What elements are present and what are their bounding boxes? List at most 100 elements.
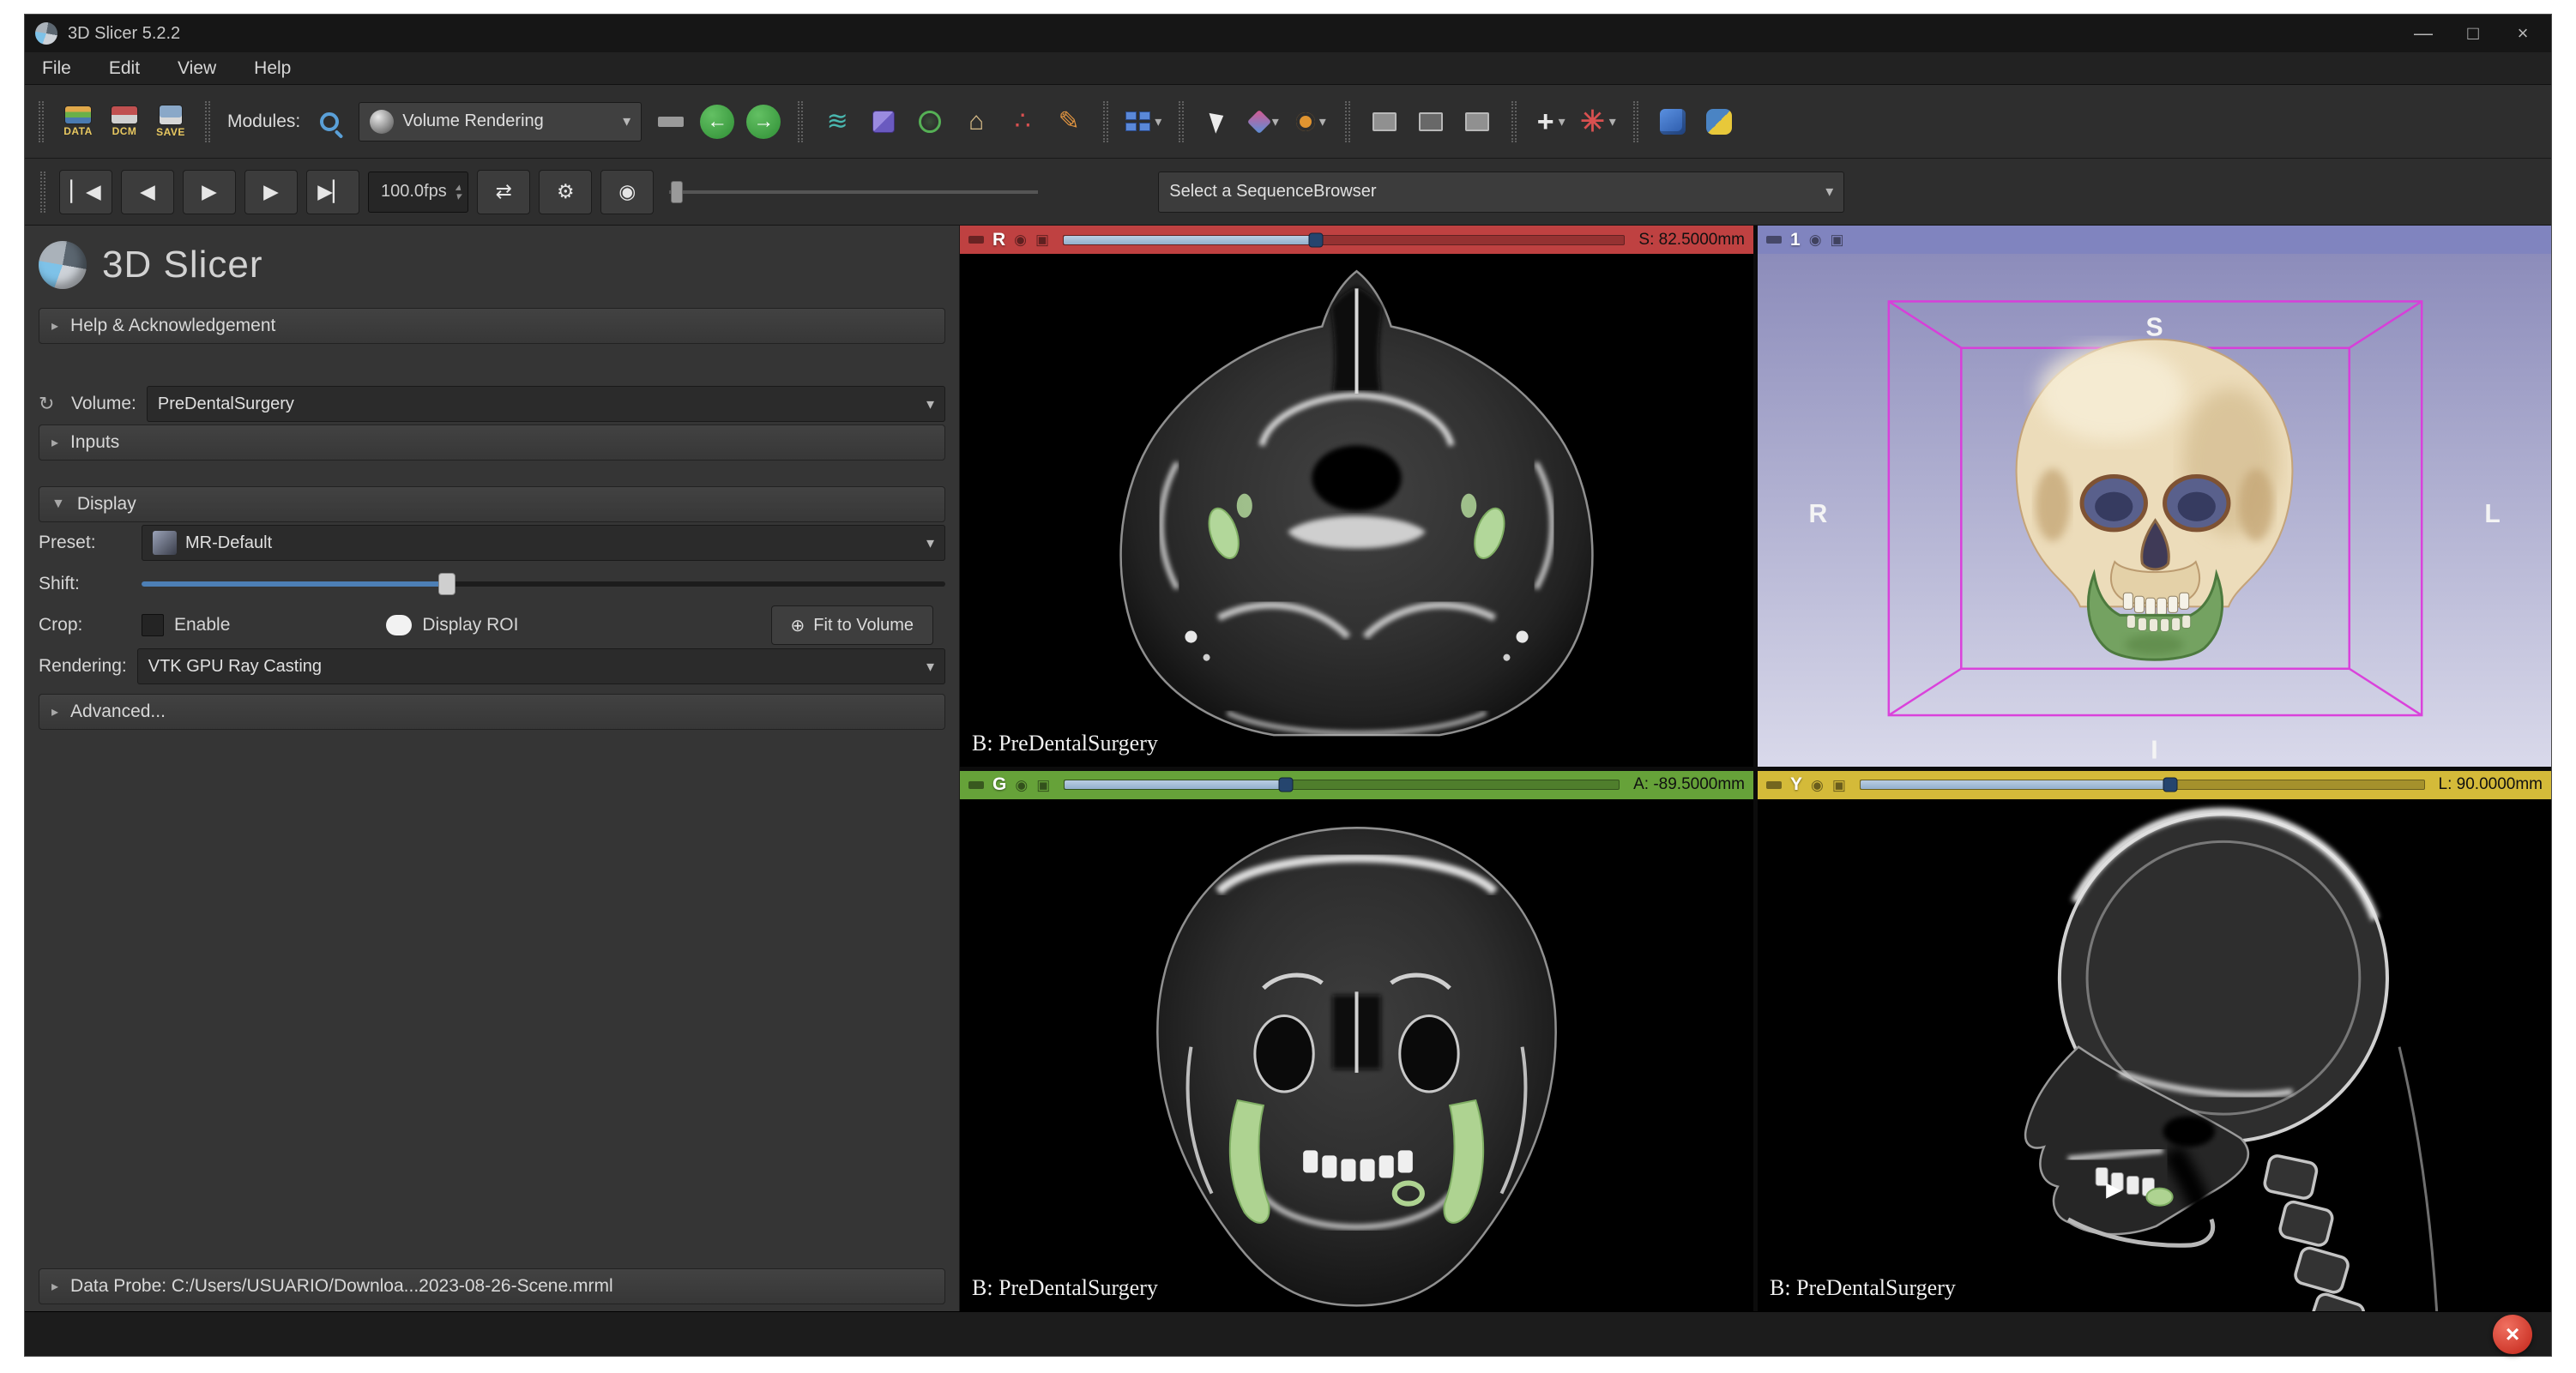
module-forward-button[interactable]: → bbox=[746, 105, 781, 139]
play-button[interactable]: ▶ bbox=[183, 170, 236, 214]
extensions-manager-button[interactable] bbox=[1656, 97, 1690, 147]
python-console-button[interactable] bbox=[1702, 97, 1736, 147]
visibility-eye-icon[interactable]: ◉ bbox=[1809, 232, 1822, 247]
toolbar-grip[interactable] bbox=[1633, 101, 1638, 142]
visibility-eye-icon[interactable]: ◉ bbox=[1014, 232, 1027, 247]
last-frame-button[interactable]: ▶▏ bbox=[306, 170, 359, 214]
save-button[interactable]: SAVE bbox=[154, 97, 188, 147]
toolbar-grip[interactable] bbox=[798, 101, 803, 142]
pin-icon[interactable] bbox=[968, 781, 984, 789]
view-layout-icon[interactable]: ▣ bbox=[1035, 232, 1049, 247]
toolbar-grip[interactable] bbox=[1345, 101, 1350, 142]
pin-icon[interactable] bbox=[1766, 236, 1782, 244]
close-button[interactable]: × bbox=[2498, 15, 2548, 52]
rendering-combobox[interactable]: VTK GPU Ray Casting ▾ bbox=[137, 648, 945, 684]
inputs-section[interactable]: ▸ Inputs bbox=[39, 425, 945, 461]
menu-edit[interactable]: Edit bbox=[109, 58, 140, 79]
slider-handle[interactable] bbox=[438, 573, 455, 595]
data-probe-section[interactable]: ▸ Data Probe: C:/Users/USUARIO/Downloa..… bbox=[39, 1268, 945, 1304]
yellow-slice-controller[interactable]: Y ◉ ▣ L: 90.0000mm bbox=[1758, 771, 2551, 799]
visibility-eye-icon[interactable]: ◉ bbox=[1015, 778, 1028, 792]
spinbox-arrows[interactable]: ▴ ▾ bbox=[455, 183, 462, 201]
slider-handle[interactable] bbox=[671, 181, 683, 203]
fit-to-volume-button[interactable]: ⊕ Fit to Volume bbox=[771, 605, 933, 645]
module-search-button[interactable] bbox=[312, 97, 347, 147]
mouse-mode-button[interactable] bbox=[1201, 97, 1235, 147]
slice-intersections-button[interactable]: ✳ ▾ bbox=[1580, 97, 1616, 147]
sagittal-ct-image bbox=[1758, 799, 2551, 1312]
module-history-button[interactable]: ≋ bbox=[820, 97, 854, 147]
fps-spinbox[interactable]: 100.0fps ▴ ▾ bbox=[368, 172, 468, 213]
dicom-icon bbox=[112, 106, 137, 123]
minimize-button[interactable]: — bbox=[2398, 15, 2448, 52]
refresh-icon: ↻ bbox=[39, 393, 61, 415]
next-frame-button[interactable]: ▶ bbox=[244, 170, 298, 214]
view-layout-icon[interactable]: ▣ bbox=[1831, 232, 1844, 247]
yellow-slice-canvas[interactable]: B: PreDentalSurgery bbox=[1758, 799, 2551, 1312]
menu-view[interactable]: View bbox=[178, 58, 216, 79]
record-button[interactable]: ◉ bbox=[600, 170, 654, 214]
red-slice-canvas[interactable]: B: PreDentalSurgery bbox=[960, 254, 1753, 767]
module-panel-toggle-button[interactable] bbox=[654, 97, 688, 147]
home-module-button[interactable]: ⌂ bbox=[959, 97, 993, 147]
maximize-button[interactable]: □ bbox=[2448, 15, 2498, 52]
green-slice-canvas[interactable]: B: PreDentalSurgery bbox=[960, 799, 1753, 1312]
advanced-section[interactable]: ▸ Advanced... bbox=[39, 694, 945, 730]
loop-button[interactable]: ⇄ bbox=[477, 170, 530, 214]
module-back-button[interactable]: ← bbox=[700, 105, 734, 139]
pin-icon[interactable] bbox=[1766, 781, 1782, 789]
preset-combobox[interactable]: MR-Default ▾ bbox=[142, 525, 945, 561]
sample-data-button[interactable]: ∴ bbox=[1005, 97, 1040, 147]
load-data-button[interactable]: DATA bbox=[61, 97, 95, 147]
pin-icon[interactable] bbox=[968, 236, 984, 244]
annotation-button[interactable]: ✎ bbox=[1052, 97, 1086, 147]
threeD-canvas[interactable]: S R L I bbox=[1758, 254, 2551, 767]
slider-handle[interactable] bbox=[2163, 778, 2178, 792]
spin-down-icon[interactable]: ▾ bbox=[455, 192, 462, 201]
threeD-view-controller[interactable]: 1 ◉ ▣ bbox=[1758, 226, 2551, 254]
place-point-button[interactable]: ▾ bbox=[1294, 97, 1328, 147]
toolbar-grip[interactable] bbox=[1179, 101, 1184, 142]
crosshair-button[interactable]: + ▾ bbox=[1534, 97, 1568, 147]
shift-slider[interactable] bbox=[142, 572, 945, 596]
title-bar[interactable]: 3D Slicer 5.2.2 — □ × bbox=[25, 15, 2551, 52]
slice-offset-slider[interactable] bbox=[1063, 232, 1625, 248]
volume-combobox[interactable]: PreDentalSurgery ▾ bbox=[147, 386, 945, 422]
caret-down-icon: ▾ bbox=[1559, 113, 1566, 130]
visibility-eye-icon[interactable]: ◉ bbox=[1811, 778, 1824, 792]
module-selector-combobox[interactable]: Volume Rendering ▾ bbox=[359, 102, 642, 142]
toolbar-grip[interactable] bbox=[39, 101, 44, 142]
scene-view-button[interactable] bbox=[1414, 97, 1448, 147]
data-module-button[interactable] bbox=[866, 97, 901, 147]
restore-view-button[interactable] bbox=[1460, 97, 1494, 147]
notification-close-button[interactable]: × bbox=[2493, 1315, 2532, 1354]
view-layout-icon[interactable]: ▣ bbox=[1832, 778, 1846, 792]
crop-enable-checkbox[interactable] bbox=[142, 614, 164, 636]
toolbar-grip[interactable] bbox=[205, 101, 210, 142]
sequence-browser-combobox[interactable]: Select a SequenceBrowser ▾ bbox=[1158, 172, 1844, 213]
dicom-button[interactable]: DCM bbox=[107, 97, 142, 147]
view-layout-icon[interactable]: ▣ bbox=[1036, 778, 1050, 792]
screenshot-button[interactable] bbox=[1367, 97, 1402, 147]
layout-selector-button[interactable]: ▾ bbox=[1125, 97, 1161, 147]
help-acknowledgement-section[interactable]: ▸ Help & Acknowledgement bbox=[39, 308, 945, 344]
previous-frame-button[interactable]: ◀ bbox=[121, 170, 174, 214]
frame-slider[interactable] bbox=[669, 179, 1038, 205]
slice-offset-slider[interactable] bbox=[1064, 777, 1620, 792]
toolbar-grip[interactable] bbox=[40, 172, 45, 213]
first-frame-button[interactable]: ▏◀ bbox=[59, 170, 112, 214]
slider-handle[interactable] bbox=[1279, 778, 1294, 792]
red-slice-controller[interactable]: R ◉ ▣ S: 82.5000mm bbox=[960, 226, 1753, 254]
volumes-module-button[interactable] bbox=[913, 97, 947, 147]
transform-mode-button[interactable]: ▾ bbox=[1247, 97, 1282, 147]
display-roi-checkbox[interactable] bbox=[386, 615, 412, 635]
slider-handle[interactable] bbox=[1308, 232, 1323, 247]
slice-offset-slider[interactable] bbox=[1860, 777, 2425, 792]
menu-help[interactable]: Help bbox=[254, 58, 291, 79]
toolbar-grip[interactable] bbox=[1511, 101, 1517, 142]
green-slice-controller[interactable]: G ◉ ▣ A: -89.5000mm bbox=[960, 771, 1753, 799]
menu-file[interactable]: File bbox=[42, 58, 71, 79]
sequence-options-button[interactable]: ⚙ bbox=[539, 170, 592, 214]
display-section[interactable]: ▼ Display bbox=[39, 486, 945, 522]
toolbar-grip[interactable] bbox=[1103, 101, 1108, 142]
